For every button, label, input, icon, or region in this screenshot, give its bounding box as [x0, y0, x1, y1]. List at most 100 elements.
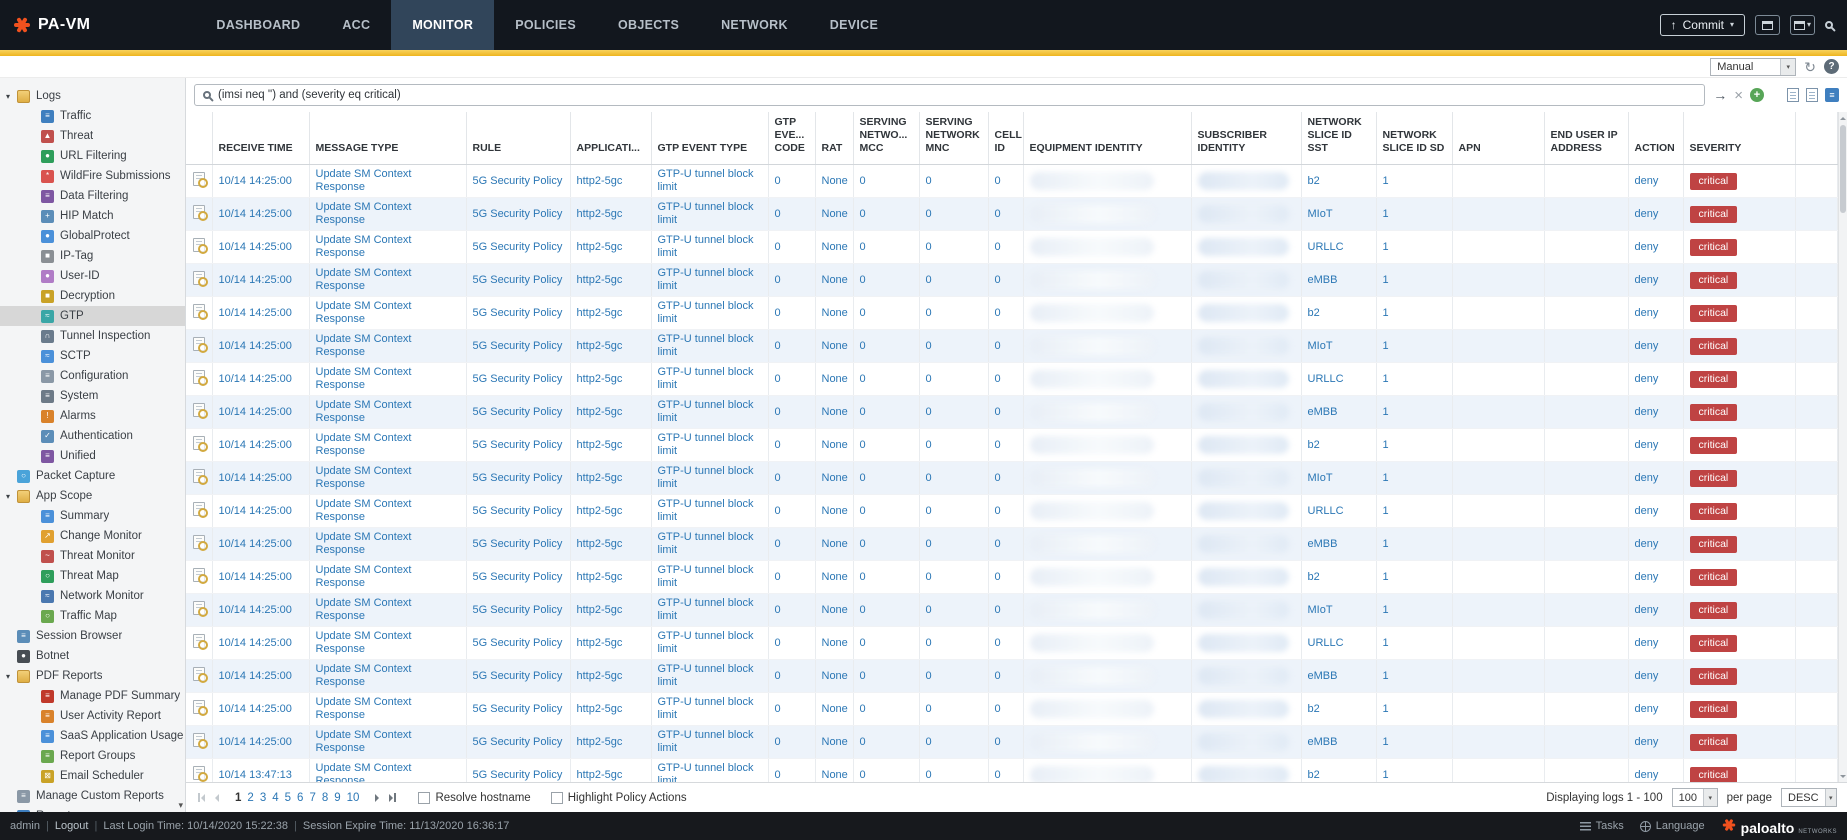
cell-link-serving_mnc[interactable]: 0: [926, 406, 932, 418]
cell-link-serving_mnc[interactable]: 0: [926, 703, 932, 715]
col-header-rat[interactable]: RAT: [815, 112, 853, 165]
cell-link-application[interactable]: http2-5gc: [577, 637, 623, 649]
tab-device[interactable]: DEVICE: [809, 0, 899, 50]
cell-link-rule[interactable]: 5G Security Policy: [473, 439, 563, 451]
cell-link-slice_sd[interactable]: 1: [1383, 736, 1389, 748]
cell-link-serving_mcc[interactable]: 0: [860, 571, 866, 583]
cell-link-gtp_event_code[interactable]: 0: [775, 208, 781, 220]
cell-link-serving_mnc[interactable]: 0: [926, 472, 932, 484]
col-header-gtp_event_type[interactable]: GTP EVENT TYPE: [651, 112, 768, 165]
cell-link-gtp_event_type[interactable]: GTP-U tunnel block limit: [658, 729, 754, 754]
cell-link-serving_mcc[interactable]: 0: [860, 241, 866, 253]
cell-link-message_type[interactable]: Update SM Context Response: [316, 366, 412, 391]
cell-link-rule[interactable]: 5G Security Policy: [473, 175, 563, 187]
cell-link-application[interactable]: http2-5gc: [577, 736, 623, 748]
tree-caret-icon[interactable]: ▾: [6, 492, 17, 501]
cell-link-rat[interactable]: None: [822, 241, 848, 253]
last-page-button[interactable]: [387, 793, 398, 802]
cell-link-slice_sst[interactable]: URLLC: [1308, 373, 1344, 385]
cell-link-cell_id[interactable]: 0: [995, 703, 1001, 715]
cell-link-serving_mnc[interactable]: 0: [926, 670, 932, 682]
cell-link-action[interactable]: deny: [1635, 769, 1659, 781]
log-detail-icon[interactable]: [193, 535, 205, 549]
cell-link-receive_time[interactable]: 10/14 14:25:00: [219, 472, 292, 484]
cell-link-serving_mcc[interactable]: 0: [860, 175, 866, 187]
commit-status-button[interactable]: [1755, 15, 1780, 35]
cell-link-gtp_event_code[interactable]: 0: [775, 769, 781, 781]
cell-link-rule[interactable]: 5G Security Policy: [473, 208, 563, 220]
log-detail-icon[interactable]: [193, 238, 205, 252]
cell-link-gtp_event_code[interactable]: 0: [775, 340, 781, 352]
cell-link-gtp_event_type[interactable]: GTP-U tunnel block limit: [658, 630, 754, 655]
cell-link-action[interactable]: deny: [1635, 571, 1659, 583]
col-header-serving_mnc[interactable]: SERVING NETWORK MNC: [919, 112, 988, 165]
cell-link-rule[interactable]: 5G Security Policy: [473, 340, 563, 352]
logout-link[interactable]: Logout: [55, 820, 89, 832]
cell-link-application[interactable]: http2-5gc: [577, 538, 623, 550]
cell-link-rule[interactable]: 5G Security Policy: [473, 406, 563, 418]
cell-link-rule[interactable]: 5G Security Policy: [473, 637, 563, 649]
cell-link-gtp_event_type[interactable]: GTP-U tunnel block limit: [658, 333, 754, 358]
cell-link-cell_id[interactable]: 0: [995, 406, 1001, 418]
cell-link-rat[interactable]: None: [822, 472, 848, 484]
cell-link-cell_id[interactable]: 0: [995, 505, 1001, 517]
cell-link-gtp_event_type[interactable]: GTP-U tunnel block limit: [658, 399, 754, 424]
log-detail-icon[interactable]: [193, 634, 205, 648]
cell-link-message_type[interactable]: Update SM Context Response: [316, 465, 412, 490]
cell-link-cell_id[interactable]: 0: [995, 307, 1001, 319]
cell-link-slice_sd[interactable]: 1: [1383, 373, 1389, 385]
cell-link-receive_time[interactable]: 10/14 14:25:00: [219, 340, 292, 352]
cell-link-rat[interactable]: None: [822, 670, 848, 682]
cell-link-action[interactable]: deny: [1635, 373, 1659, 385]
page-6[interactable]: 6: [297, 792, 303, 804]
cell-link-serving_mcc[interactable]: 0: [860, 307, 866, 319]
cell-link-receive_time[interactable]: 10/14 14:25:00: [219, 208, 292, 220]
col-header-subscriber_identity[interactable]: SUBSCRIBER IDENTITY: [1191, 112, 1301, 165]
tasks-button[interactable]: Tasks: [1580, 820, 1624, 832]
cell-link-serving_mcc[interactable]: 0: [860, 637, 866, 649]
cell-link-cell_id[interactable]: 0: [995, 340, 1001, 352]
cell-link-slice_sst[interactable]: MIoT: [1308, 340, 1333, 352]
log-detail-icon[interactable]: [193, 304, 205, 318]
cell-link-serving_mnc[interactable]: 0: [926, 736, 932, 748]
col-header-severity[interactable]: SEVERITY: [1683, 112, 1795, 165]
col-header-equipment_identity[interactable]: EQUIPMENT IDENTITY: [1023, 112, 1191, 165]
sidebar-item-botnet[interactable]: ●Botnet: [0, 646, 185, 666]
cell-link-rat[interactable]: None: [822, 769, 848, 781]
cell-link-cell_id[interactable]: 0: [995, 241, 1001, 253]
page-5[interactable]: 5: [285, 792, 291, 804]
scrollbar-thumb[interactable]: [1840, 125, 1846, 213]
scroll-up-icon[interactable]: [1839, 112, 1847, 124]
col-header-end_user_ip[interactable]: END USER IP ADDRESS: [1544, 112, 1628, 165]
cell-link-gtp_event_type[interactable]: GTP-U tunnel block limit: [658, 597, 754, 622]
sidebar-item-traffic[interactable]: ≡Traffic: [0, 106, 185, 126]
cell-link-gtp_event_code[interactable]: 0: [775, 472, 781, 484]
cell-link-action[interactable]: deny: [1635, 736, 1659, 748]
cell-link-serving_mcc[interactable]: 0: [860, 208, 866, 220]
per-page-select[interactable]: 100 ▾: [1672, 788, 1718, 807]
cell-link-gtp_event_type[interactable]: GTP-U tunnel block limit: [658, 168, 754, 193]
cell-link-rule[interactable]: 5G Security Policy: [473, 505, 563, 517]
col-header-rule[interactable]: RULE: [466, 112, 570, 165]
copy-filter-icon[interactable]: [1787, 88, 1799, 102]
cell-link-gtp_event_code[interactable]: 0: [775, 307, 781, 319]
cell-link-receive_time[interactable]: 10/14 14:25:00: [219, 439, 292, 451]
cell-link-serving_mcc[interactable]: 0: [860, 472, 866, 484]
cell-link-application[interactable]: http2-5gc: [577, 670, 623, 682]
cell-link-receive_time[interactable]: 10/14 13:47:13: [219, 769, 292, 781]
cell-link-cell_id[interactable]: 0: [995, 571, 1001, 583]
sidebar-item-configuration[interactable]: ≡Configuration: [0, 366, 185, 386]
cell-link-gtp_event_code[interactable]: 0: [775, 571, 781, 583]
tree-caret-icon[interactable]: ▾: [6, 672, 17, 681]
log-detail-icon[interactable]: [193, 601, 205, 615]
sidebar-item-user-id[interactable]: ●User-ID: [0, 266, 185, 286]
cell-link-serving_mnc[interactable]: 0: [926, 769, 932, 781]
cell-link-serving_mnc[interactable]: 0: [926, 538, 932, 550]
log-detail-icon[interactable]: [193, 205, 205, 219]
cell-link-action[interactable]: deny: [1635, 307, 1659, 319]
cell-link-message_type[interactable]: Update SM Context Response: [316, 300, 412, 325]
cell-link-gtp_event_type[interactable]: GTP-U tunnel block limit: [658, 498, 754, 523]
cell-link-receive_time[interactable]: 10/14 14:25:00: [219, 571, 292, 583]
cell-link-rule[interactable]: 5G Security Policy: [473, 670, 563, 682]
cell-link-slice_sst[interactable]: b2: [1308, 307, 1320, 319]
